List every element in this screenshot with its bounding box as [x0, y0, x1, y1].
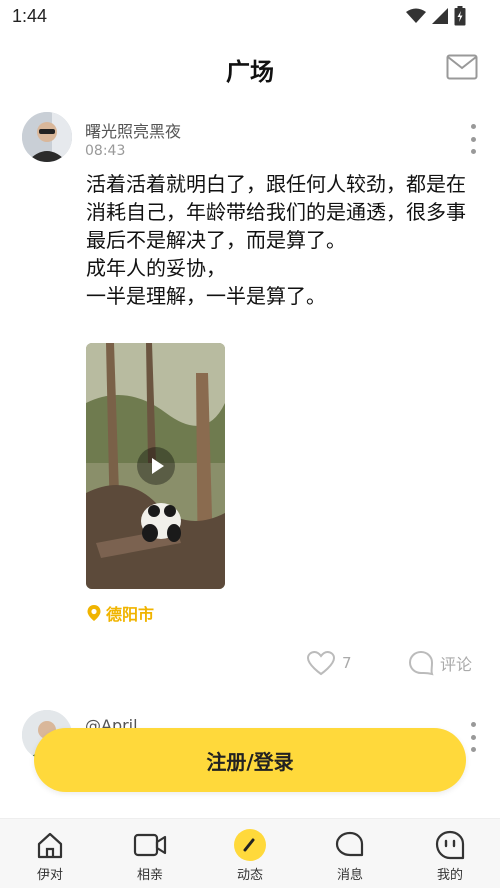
- video-camera-icon: [133, 833, 167, 857]
- register-login-button[interactable]: 注册/登录: [34, 728, 466, 792]
- post-time: 08:43: [85, 143, 126, 159]
- signal-icon: [432, 8, 448, 24]
- like-count: 7: [342, 654, 352, 672]
- avatar-image: [22, 112, 72, 162]
- post-actions: 7 评论: [0, 650, 500, 680]
- status-bar: 1:44: [0, 0, 500, 34]
- play-icon[interactable]: [136, 447, 175, 485]
- tab-label: 相亲: [136, 868, 163, 883]
- bottom-tab-bar: 伊对 相亲 动态 消息 我的: [0, 818, 500, 888]
- location-label: 德阳市: [106, 605, 155, 624]
- page-title: 广场: [226, 58, 274, 86]
- post-username[interactable]: 曙光照亮黑夜: [85, 118, 181, 142]
- tab-dongtai[interactable]: 动态: [200, 819, 300, 888]
- comment-label: 评论: [440, 655, 473, 674]
- more-options-icon[interactable]: [468, 722, 478, 752]
- more-options-icon[interactable]: [468, 124, 478, 154]
- avatar[interactable]: [22, 112, 72, 162]
- header: 广场: [0, 40, 500, 96]
- location-tag[interactable]: 德阳市: [86, 601, 154, 625]
- tab-xiangqin[interactable]: 相亲: [100, 819, 200, 888]
- tab-label: 我的: [436, 868, 463, 883]
- video-thumbnail[interactable]: [86, 343, 225, 589]
- home-icon: [37, 832, 63, 859]
- mail-icon[interactable]: [446, 54, 478, 80]
- heart-icon: [306, 650, 336, 676]
- comment-button[interactable]: 评论: [408, 650, 472, 676]
- wifi-icon: [406, 8, 426, 23]
- pen-icon: [234, 829, 266, 861]
- location-pin-icon: [87, 605, 101, 621]
- tab-label: 消息: [336, 868, 363, 883]
- comment-icon: [408, 650, 434, 676]
- tab-label: 伊对: [36, 868, 63, 883]
- post-content: 活着活着就明白了，跟任何人较劲，都是在消耗自己，年龄带给我们的是通透，很多事最后…: [86, 172, 466, 308]
- tab-wode[interactable]: 我的: [400, 819, 500, 888]
- battery-icon: [454, 6, 466, 26]
- chat-bubble-icon: [335, 831, 364, 857]
- like-button[interactable]: 7: [306, 650, 352, 676]
- tab-label: 动态: [236, 868, 263, 883]
- profile-face-icon: [435, 830, 465, 860]
- status-icons: [406, 6, 466, 26]
- status-time: 1:44: [12, 6, 48, 26]
- tab-xiaoxi[interactable]: 消息: [300, 819, 400, 888]
- tab-yidui[interactable]: 伊对: [0, 819, 100, 888]
